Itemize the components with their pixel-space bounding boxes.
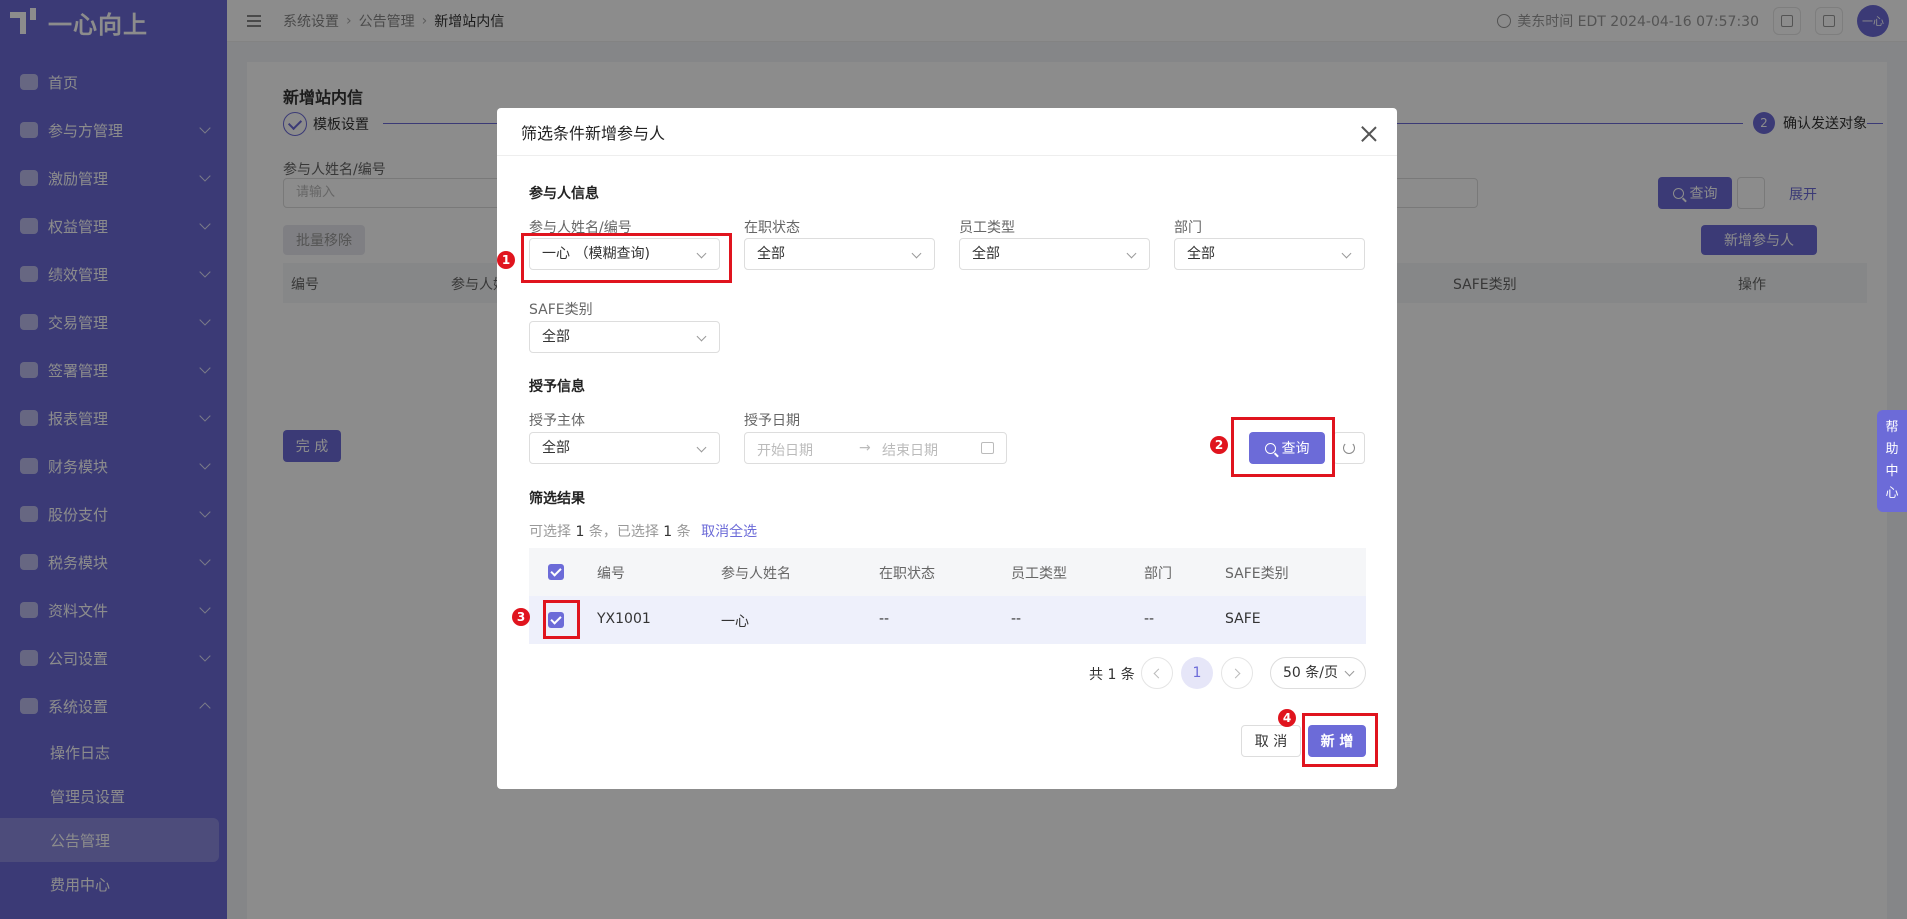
column-header: SAFE类别 bbox=[1225, 566, 1289, 582]
table-row[interactable]: YX1001 一心 -- -- -- SAFE bbox=[529, 596, 1366, 644]
type-select-value: 全部 bbox=[972, 246, 1000, 262]
status-field-label: 在职状态 bbox=[744, 220, 800, 236]
grant-subject-value: 全部 bbox=[542, 440, 570, 456]
column-header: 在职状态 bbox=[879, 566, 935, 582]
cell-name: 一心 bbox=[721, 614, 749, 630]
annotation-marker-4: 4 bbox=[1278, 709, 1296, 727]
highlight-box-3 bbox=[543, 600, 580, 639]
start-date-input[interactable]: 开始日期 bbox=[757, 440, 813, 460]
select-all-checkbox[interactable] bbox=[548, 564, 564, 580]
highlight-box-1 bbox=[521, 233, 732, 283]
selection-summary: 可选择 1 条，已选择 1 条 取消全选 bbox=[529, 521, 757, 541]
cell-dept: -- bbox=[1144, 611, 1155, 627]
participant-section-title: 参与人信息 bbox=[529, 186, 599, 202]
chevron-right-icon bbox=[1230, 668, 1241, 679]
grant-date-range[interactable]: 开始日期 → 结束日期 bbox=[744, 432, 1007, 464]
type-select[interactable]: 全部 bbox=[959, 238, 1150, 270]
grant-subject-label: 授予主体 bbox=[529, 413, 585, 429]
help-center-tab[interactable]: 帮 助 中 心 bbox=[1877, 410, 1907, 512]
column-header: 员工类型 bbox=[1011, 566, 1067, 582]
dept-select[interactable]: 全部 bbox=[1174, 238, 1365, 270]
summary-text: 可选择 bbox=[529, 524, 571, 540]
summary-text: 条 bbox=[676, 524, 691, 540]
dept-field-label: 部门 bbox=[1174, 220, 1202, 236]
page-size-value: 50 条/页 bbox=[1283, 665, 1338, 681]
chevron-down-icon bbox=[696, 331, 707, 342]
cell-status: -- bbox=[879, 611, 890, 627]
cancel-button[interactable]: 取 消 bbox=[1241, 725, 1301, 757]
help-char: 帮 bbox=[1885, 420, 1899, 435]
summary-text: 条，已选择 bbox=[588, 524, 659, 540]
highlight-box-4 bbox=[1302, 713, 1378, 767]
grant-subject-select[interactable]: 全部 bbox=[529, 432, 720, 464]
help-char: 心 bbox=[1885, 486, 1899, 501]
chevron-down-icon bbox=[911, 248, 922, 259]
close-icon[interactable] bbox=[1361, 126, 1377, 142]
selected-count: 1 bbox=[663, 524, 673, 540]
highlight-box-2 bbox=[1231, 417, 1335, 477]
modal-title: 筛选条件新增参与人 bbox=[497, 108, 1397, 156]
chevron-down-icon bbox=[1341, 248, 1352, 259]
grant-section-title: 授予信息 bbox=[529, 379, 585, 395]
column-header: 部门 bbox=[1144, 566, 1172, 582]
current-page[interactable]: 1 bbox=[1181, 657, 1213, 689]
chevron-down-icon bbox=[696, 442, 707, 453]
help-char: 助 bbox=[1885, 442, 1899, 457]
result-section-title: 筛选结果 bbox=[529, 491, 585, 507]
annotation-marker-3: 3 bbox=[512, 608, 530, 626]
cell-safe: SAFE bbox=[1225, 611, 1261, 627]
safe-select[interactable]: 全部 bbox=[529, 321, 720, 353]
safe-field-label: SAFE类别 bbox=[529, 302, 593, 318]
chevron-down-icon bbox=[1126, 248, 1137, 259]
calendar-icon bbox=[981, 442, 994, 454]
deselect-all-link[interactable]: 取消全选 bbox=[701, 524, 757, 540]
prev-page-button[interactable] bbox=[1141, 657, 1173, 689]
cell-id: YX1001 bbox=[597, 611, 651, 627]
column-header: 编号 bbox=[597, 566, 625, 582]
annotation-marker-2: 2 bbox=[1210, 436, 1228, 454]
refresh-icon bbox=[1343, 442, 1355, 454]
cell-type: -- bbox=[1011, 611, 1022, 627]
next-page-button[interactable] bbox=[1221, 657, 1253, 689]
grant-date-label: 授予日期 bbox=[744, 413, 800, 429]
modal-reset-button[interactable] bbox=[1333, 432, 1365, 464]
arrow-right-icon: → bbox=[859, 440, 871, 456]
help-char: 中 bbox=[1885, 464, 1899, 479]
column-header: 参与人姓名 bbox=[721, 566, 791, 582]
pagination-total: 共 1 条 bbox=[1089, 667, 1135, 683]
result-table: 编号 参与人姓名 在职状态 员工类型 部门 SAFE类别 YX1001 一心 -… bbox=[529, 548, 1366, 644]
selectable-count: 1 bbox=[575, 524, 585, 540]
chevron-down-icon bbox=[1344, 666, 1355, 677]
type-field-label: 员工类型 bbox=[959, 220, 1015, 236]
end-date-input[interactable]: 结束日期 bbox=[882, 440, 938, 460]
status-select[interactable]: 全部 bbox=[744, 238, 935, 270]
dept-select-value: 全部 bbox=[1187, 246, 1215, 262]
safe-select-value: 全部 bbox=[542, 329, 570, 345]
status-select-value: 全部 bbox=[757, 246, 785, 262]
annotation-marker-1: 1 bbox=[497, 251, 515, 269]
table-header: 编号 参与人姓名 在职状态 员工类型 部门 SAFE类别 bbox=[529, 548, 1366, 596]
page-size-select[interactable]: 50 条/页 bbox=[1270, 657, 1366, 689]
chevron-left-icon bbox=[1153, 668, 1164, 679]
